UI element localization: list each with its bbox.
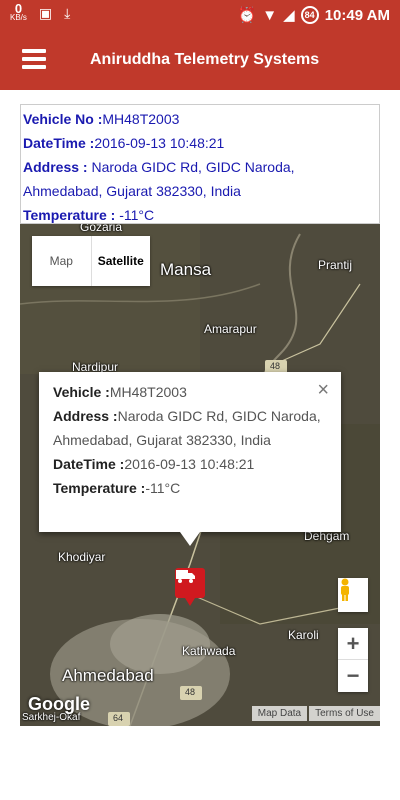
datetime-value: 2016-09-13 10:48:21	[94, 135, 225, 151]
alarm-icon: ⏰	[237, 7, 257, 24]
info-window-temperature-label: Temperature :	[53, 480, 146, 496]
battery-icon: 84	[300, 6, 319, 24]
info-window-vehicle-label: Vehicle :	[53, 384, 110, 400]
truck-marker-icon[interactable]	[175, 568, 205, 606]
map-attribution: Map Data Terms of Use	[250, 706, 380, 721]
google-logo: Google	[28, 694, 90, 714]
close-icon[interactable]: ×	[317, 378, 329, 402]
pegman-icon	[341, 578, 349, 601]
place-label-karoli: Karoli	[288, 628, 319, 642]
vehicle-info-panel: Vehicle No :MH48T2003 DateTime :2016-09-…	[20, 104, 380, 224]
place-label-kathwada: Kathwada	[182, 644, 236, 658]
vehicle-value: MH48T2003	[102, 111, 180, 127]
address-row: Address : Naroda GIDC Rd, GIDC Naroda, A…	[23, 155, 377, 203]
map-info-window: × Vehicle :MH48T2003 Address :Naroda GID…	[39, 372, 341, 532]
menu-icon[interactable]	[22, 49, 46, 73]
info-window-vehicle-value: MH48T2003	[109, 384, 187, 400]
clock-time: 10:49 AM	[324, 6, 390, 24]
status-bar: 0 KB/s ▣ ⤓ ⏰ ▼ ◢ 84 10:49 AM	[0, 0, 400, 32]
address-label: Address :	[23, 159, 88, 175]
place-label-prantij: Prantij	[318, 258, 353, 272]
zoom-in-button[interactable]: +	[338, 628, 368, 660]
place-label-gozaria: Gozaria	[80, 224, 123, 234]
info-window-temperature-value: -11°C	[145, 480, 181, 496]
satellite-map[interactable]: Map Satellite Gozaria Mansa Prantij Amar…	[20, 224, 380, 726]
info-window-datetime-value: 2016-09-13 10:48:21	[124, 456, 255, 472]
place-label-amarapur: Amarapur	[204, 322, 257, 336]
vehicle-row: Vehicle No :MH48T2003	[23, 107, 377, 131]
vehicle-label: Vehicle No :	[23, 111, 103, 127]
info-window-pointer	[180, 532, 200, 546]
temperature-label: Temperature :	[23, 207, 116, 223]
info-window-address-row: Address :Naroda GIDC Rd, GIDC Naroda, Ah…	[53, 404, 327, 452]
zoom-out-button[interactable]: −	[338, 660, 368, 692]
download-icon: ⤓	[64, 4, 71, 21]
highway-shield-48-north: 48	[270, 361, 281, 371]
datetime-label: DateTime :	[23, 135, 95, 151]
network-speed: 0 KB/s	[10, 1, 27, 22]
place-label-ahmedabad: Ahmedabad	[62, 666, 154, 685]
street-view-pegman-icon[interactable]	[338, 578, 368, 612]
map-data-link[interactable]: Map Data	[251, 706, 308, 721]
wifi-icon: ▼	[262, 6, 278, 24]
map-type-control: Map Satellite	[32, 236, 150, 286]
app-bar: Aniruddha Telemetry Systems	[0, 32, 400, 90]
signal-icon: ◢	[283, 7, 295, 24]
highway-shield-48-south: 48	[185, 687, 196, 697]
app-title: Aniruddha Telemetry Systems	[90, 51, 320, 68]
place-label-mansa: Mansa	[160, 260, 212, 279]
place-label-khodiyar: Khodiyar	[58, 550, 106, 564]
image-notification-icon: ▣	[38, 4, 53, 21]
terms-of-use-link[interactable]: Terms of Use	[309, 706, 380, 721]
map-type-map-button[interactable]: Map	[32, 236, 91, 286]
info-window-datetime-row: DateTime :2016-09-13 10:48:21	[53, 452, 327, 476]
speed-unit: KB/s	[10, 13, 27, 22]
datetime-row: DateTime :2016-09-13 10:48:21	[23, 131, 377, 155]
speed-value: 0	[14, 1, 23, 16]
map-type-satellite-button[interactable]: Satellite	[90, 236, 151, 286]
info-window-vehicle-row: Vehicle :MH48T2003	[53, 380, 327, 404]
highway-shield-64: 64	[113, 713, 124, 723]
truck-icon	[176, 570, 195, 583]
temperature-value: -11°C	[115, 207, 155, 223]
info-window-temperature-row: Temperature :-11°C	[53, 476, 327, 500]
zoom-control: + −	[338, 628, 368, 692]
info-window-datetime-label: DateTime :	[53, 456, 125, 472]
info-window-address-label: Address :	[53, 408, 118, 424]
